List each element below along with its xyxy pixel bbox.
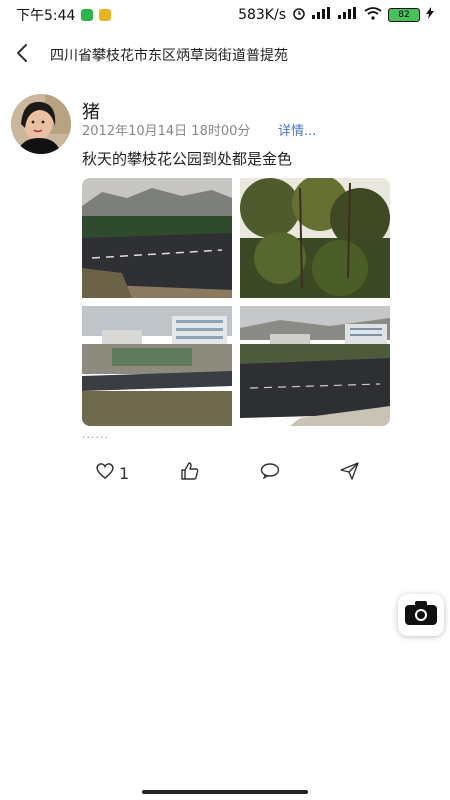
post-date: 2012年10月14日 18时00分 — [82, 124, 251, 139]
wifi-icon — [364, 6, 382, 24]
hd-signal-icon — [312, 7, 332, 23]
like-count: 1 — [119, 463, 130, 483]
alarm-icon — [292, 6, 306, 24]
nav-bar: 四川省攀枝花市东区炳草岗街道普提苑 — [0, 36, 450, 74]
status-bar: 下午5:44 583K/s 82 — [0, 0, 450, 30]
post-card: 猪 2012年10月14日 18时00分 详情... 秋天的攀枝花公园到处都是金… — [0, 90, 450, 500]
photo-thumbnail[interactable] — [82, 306, 232, 426]
photo-thumbnail[interactable] — [82, 178, 232, 298]
photo-thumbnail[interactable] — [240, 178, 390, 298]
back-button[interactable] — [0, 36, 44, 74]
battery-level: 82 — [398, 10, 410, 20]
share-button[interactable] — [340, 462, 359, 484]
avatar[interactable] — [11, 94, 71, 154]
page-title: 四川省攀枝花市东区炳草岗街道普提苑 — [50, 48, 288, 64]
details-link[interactable]: 详情... — [278, 120, 316, 139]
thumbs-up-icon — [180, 462, 199, 484]
comment-icon — [260, 463, 280, 483]
photo-thumbnail[interactable] — [240, 306, 390, 426]
like-button[interactable]: 1 — [95, 462, 129, 484]
thumbs-up-button[interactable] — [180, 462, 199, 484]
camera-icon — [404, 600, 438, 630]
message-icon — [99, 9, 112, 21]
home-indicator[interactable] — [142, 790, 308, 794]
send-icon — [340, 462, 359, 484]
back-arrow-icon — [15, 43, 29, 67]
post-actions: 1 — [0, 458, 450, 488]
app-notification-icon — [81, 9, 94, 21]
hd-signal-icon — [338, 7, 358, 23]
photo-grid — [82, 178, 390, 426]
heart-icon — [95, 462, 115, 484]
more-indicator: ...... — [82, 428, 109, 441]
post-caption: 秋天的攀枝花公园到处都是金色 — [82, 150, 293, 168]
battery-icon: 82 — [388, 8, 420, 22]
comment-button[interactable] — [260, 463, 280, 483]
camera-button[interactable] — [398, 594, 444, 636]
status-time: 下午5:44 — [16, 8, 76, 24]
network-speed: 583K/s — [238, 7, 286, 23]
charging-icon — [426, 7, 434, 23]
